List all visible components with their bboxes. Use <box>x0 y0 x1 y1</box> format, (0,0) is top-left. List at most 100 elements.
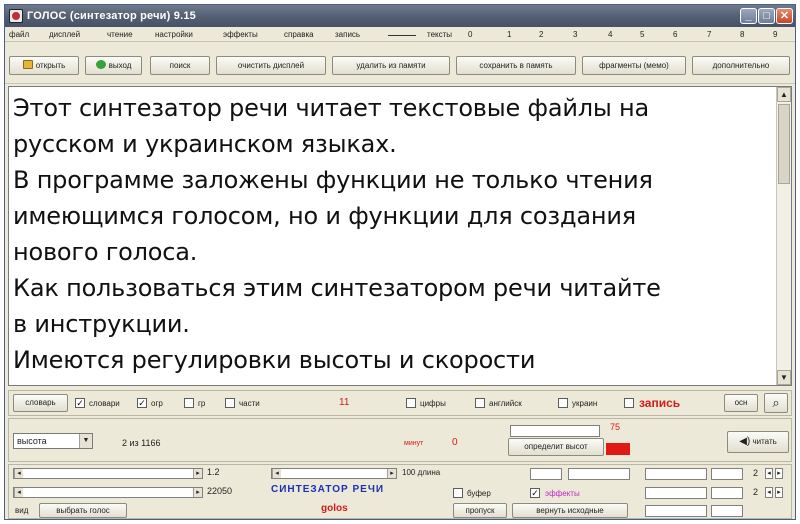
pitch-select[interactable]: высота ▼ <box>13 433 93 449</box>
restore-defaults-button[interactable]: вернуть исходные <box>512 503 628 518</box>
parts-checkbox[interactable] <box>225 398 235 408</box>
text-slot-6[interactable]: 6 <box>673 28 677 42</box>
param-field[interactable] <box>568 468 630 480</box>
options-row: словарь ✓ словари ✓ огр гр части 11 цифр… <box>8 390 792 416</box>
menu-file[interactable]: файл <box>9 28 29 42</box>
menu-bar: файл дисплей чтение настройки эффекты сп… <box>5 28 795 42</box>
spin-left-icon[interactable]: ◂ <box>765 468 773 479</box>
ogr-checkbox[interactable]: ✓ <box>137 398 147 408</box>
digits-checkbox[interactable] <box>406 398 416 408</box>
text-slot-0[interactable]: 0 <box>468 28 472 42</box>
menu-record[interactable]: запись <box>335 28 360 42</box>
choose-voice-button[interactable]: выбрать голос <box>39 503 127 518</box>
window-title: ГОЛОС (синтезатор речи) 9.15 <box>27 10 196 22</box>
record-checkbox[interactable] <box>624 398 634 408</box>
record-label: запись <box>639 396 681 410</box>
param-field[interactable] <box>711 468 743 480</box>
scroll-up-icon[interactable]: ▲ <box>777 87 791 102</box>
open-button[interactable]: открыть <box>9 56 79 75</box>
slider-left-icon[interactable]: ◂ <box>272 469 281 478</box>
buffer-checkbox[interactable] <box>453 488 463 498</box>
text-slot-3[interactable]: 3 <box>573 28 577 42</box>
text-slot-2[interactable]: 2 <box>539 28 543 42</box>
synth-label: СИНТЕЗАТОР РЕЧИ <box>271 484 385 495</box>
effects-label: эффекты <box>545 489 580 498</box>
scroll-down-icon[interactable]: ▼ <box>777 370 791 385</box>
param-field[interactable] <box>711 505 743 517</box>
count-value: 11 <box>339 397 350 408</box>
slider-right-icon[interactable]: ▸ <box>193 488 202 497</box>
ukrainian-label: украин <box>572 399 598 408</box>
text-line: нового голоса. <box>13 238 198 266</box>
param-field[interactable] <box>530 468 562 480</box>
text-line: В программе заложены функции не только ч… <box>13 166 653 194</box>
scroll-thumb[interactable] <box>778 104 790 184</box>
clear-display-button[interactable]: очистить дисплей <box>216 56 326 75</box>
param-field[interactable] <box>711 487 743 499</box>
text-slot-7[interactable]: 7 <box>707 28 711 42</box>
menu-settings[interactable]: настройки <box>155 28 193 42</box>
param-field[interactable] <box>645 505 707 517</box>
text-slot-5[interactable]: 5 <box>640 28 644 42</box>
save-to-memory-button[interactable]: сохранить в память <box>456 56 576 75</box>
spin-right-icon[interactable]: ▸ <box>775 487 783 498</box>
close-button[interactable]: ✕ <box>776 8 793 24</box>
menu-help[interactable]: справка <box>284 28 314 42</box>
text-line: в инструкции. <box>13 310 190 338</box>
speed-value: 1.2 <box>207 467 220 477</box>
length-slider[interactable]: ◂ ▸ <box>271 468 397 479</box>
dictionary-button[interactable]: словарь <box>13 394 68 412</box>
golos-label: golos <box>321 503 348 514</box>
menu-effects[interactable]: эффекты <box>223 28 258 42</box>
spin-left-icon[interactable]: ◂ <box>765 487 773 498</box>
text-display[interactable]: Этот синтезатор речи читает текстовые фа… <box>8 86 792 386</box>
read-button[interactable]: ◀) читать <box>727 431 789 453</box>
slider-left-icon[interactable]: ◂ <box>14 469 23 478</box>
magnifier-icon[interactable]: ⌕ <box>764 393 788 413</box>
digits-label: цифры <box>420 399 446 408</box>
gr-checkbox[interactable] <box>184 398 194 408</box>
spin-right-icon[interactable]: ▸ <box>775 468 783 479</box>
exit-button[interactable]: выход <box>85 56 142 75</box>
effects-checkbox[interactable]: ✓ <box>530 488 540 498</box>
open-label: открыть <box>35 61 66 70</box>
text-line: Имеются регулировки высоты и скорости <box>13 346 536 374</box>
maximize-button[interactable]: □ <box>758 8 775 24</box>
fragments-button[interactable]: фрагменты (мемо) <box>582 56 686 75</box>
define-pitch-button[interactable]: определит высот <box>508 438 604 456</box>
menu-display[interactable]: дисплей <box>49 28 80 42</box>
menu-texts-label: тексты <box>427 30 453 39</box>
text-line: имеющимся голосом, но и функции для созд… <box>13 202 636 230</box>
minimize-button[interactable]: _ <box>740 8 757 24</box>
running-man-icon <box>95 60 106 69</box>
text-line: Как пользоваться этим синтезатором речи … <box>13 274 661 302</box>
text-slot-9[interactable]: 9 <box>773 28 777 42</box>
param-field[interactable] <box>645 468 707 480</box>
menu-reading[interactable]: чтение <box>107 28 133 42</box>
additional-button[interactable]: дополнительно <box>692 56 790 75</box>
slider-right-icon[interactable]: ▸ <box>387 469 396 478</box>
spin1-value: 2 <box>753 468 759 478</box>
text-slot-4[interactable]: 4 <box>608 28 612 42</box>
ukrainian-checkbox[interactable] <box>558 398 568 408</box>
speed-slider[interactable]: ◂ ▸ <box>13 468 203 479</box>
toolbar: открыть выход поиск очистить дисплей уда… <box>5 43 795 84</box>
search-button[interactable]: поиск <box>150 56 210 75</box>
slider-left-icon[interactable]: ◂ <box>14 488 23 497</box>
text-slot-1[interactable]: 1 <box>507 28 511 42</box>
parts-label: части <box>239 399 260 408</box>
slider-right-icon[interactable]: ▸ <box>193 469 202 478</box>
spin2-value: 2 <box>753 487 759 497</box>
skip-button[interactable]: пропуск <box>453 503 507 518</box>
delete-from-memory-button[interactable]: удалить из памяти <box>332 56 450 75</box>
param-field[interactable] <box>645 487 707 499</box>
vertical-scrollbar[interactable]: ▲ ▼ <box>776 87 791 385</box>
dictionaries-checkbox[interactable]: ✓ <box>75 398 85 408</box>
minutes-label: минут <box>404 440 424 447</box>
frequency-slider[interactable]: ◂ ▸ <box>13 487 203 498</box>
osn-button[interactable]: осн <box>724 394 758 412</box>
text-slot-8[interactable]: 8 <box>740 28 744 42</box>
level-value: 75 <box>610 422 621 432</box>
english-checkbox[interactable] <box>475 398 485 408</box>
title-bar: ГОЛОС (синтезатор речи) 9.15 _ □ ✕ <box>5 5 795 27</box>
